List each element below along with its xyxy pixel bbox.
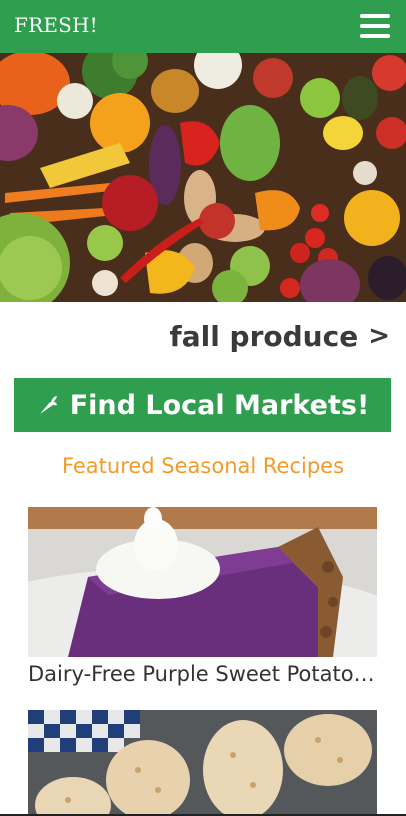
carrot-icon: [36, 393, 60, 417]
featured-recipes-heading: Featured Seasonal Recipes: [61, 454, 345, 478]
hamburger-menu-icon[interactable]: [360, 12, 390, 40]
find-local-markets-label: Find Local Markets!: [69, 389, 370, 421]
fall-produce-link[interactable]: fall produce >: [170, 316, 390, 356]
recipe-title[interactable]: Dairy-Free Purple Sweet Potato Pie: [28, 662, 377, 686]
recipe-card[interactable]: [28, 710, 377, 814]
recipe-image-baked-stuffed-potatoes[interactable]: [28, 710, 377, 814]
recipe-image-purple-sweet-potato-pie[interactable]: [28, 507, 377, 657]
fall-produce-label: fall produce: [169, 319, 359, 353]
chevron-right-icon: >: [368, 321, 390, 351]
recipe-card[interactable]: Dairy-Free Purple Sweet Potato Pie: [28, 507, 377, 686]
top-navigation-bar: FRESH!: [0, 0, 406, 53]
brand-logo[interactable]: FRESH!: [14, 13, 98, 37]
find-local-markets-button[interactable]: Find Local Markets!: [14, 378, 391, 432]
hero-produce-image: [0, 53, 406, 302]
